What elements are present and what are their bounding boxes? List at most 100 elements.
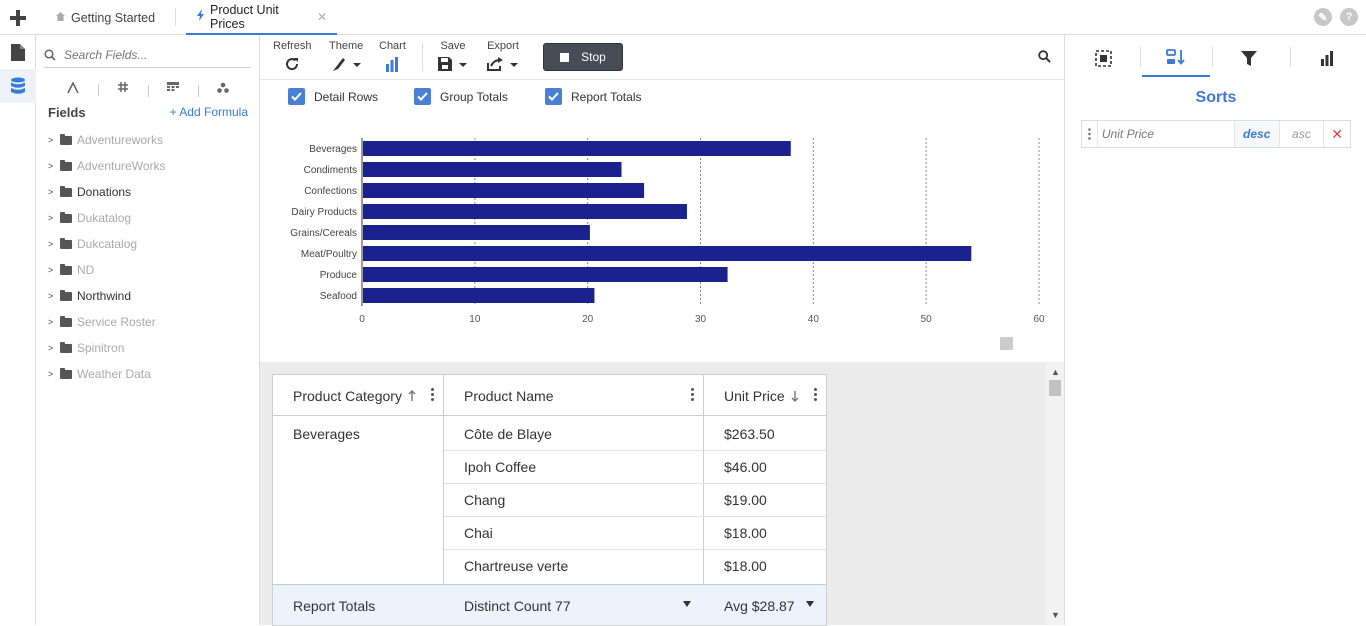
expand-caret-icon[interactable]: >: [48, 265, 58, 275]
expand-caret-icon[interactable]: >: [48, 369, 58, 379]
tab-sorts[interactable]: [1142, 39, 1210, 77]
datasource-item[interactable]: > Donations: [48, 179, 248, 205]
bar: [363, 204, 687, 219]
expand-caret-icon[interactable]: >: [48, 135, 58, 145]
folder-icon: [60, 159, 72, 171]
datasource-label: AdventureWorks: [77, 159, 166, 173]
expand-caret-icon[interactable]: >: [48, 187, 58, 197]
layout-full-icon[interactable]: [1000, 337, 1051, 350]
drag-handle-icon[interactable]: [1082, 128, 1097, 140]
expand-caret-icon[interactable]: >: [48, 213, 58, 223]
expand-caret-icon[interactable]: >: [48, 343, 58, 353]
datasource-item[interactable]: > Weather Data: [48, 361, 248, 387]
datasource-label: Spinitron: [77, 341, 125, 355]
datasource-item[interactable]: > ND: [48, 257, 248, 283]
report-totals-checkbox[interactable]: Report Totals: [545, 88, 641, 105]
field-search: [44, 42, 250, 68]
refresh-button[interactable]: Refresh: [273, 40, 312, 73]
scroll-down-icon[interactable]: ▼: [1051, 610, 1060, 620]
group-totals-checkbox[interactable]: Group Totals: [414, 88, 508, 105]
search-icon: [44, 48, 56, 61]
help-icon[interactable]: ?: [1340, 8, 1358, 26]
add-report-button[interactable]: [0, 0, 36, 35]
sort-asc-button[interactable]: asc: [1278, 121, 1324, 147]
column-label: Product Name: [464, 387, 554, 404]
expand-caret-icon[interactable]: >: [48, 239, 58, 249]
tab-select[interactable]: [1069, 39, 1137, 77]
layout-split-icon[interactable]: [1000, 337, 1032, 350]
column-label: Unit Price: [724, 387, 785, 404]
export-label: Export: [487, 40, 519, 52]
expand-caret-icon[interactable]: >: [48, 317, 58, 327]
datasource-item[interactable]: > Service Roster: [48, 309, 248, 335]
number-type-filter[interactable]: [98, 81, 148, 96]
datasource-item[interactable]: > AdventureWorks: [48, 153, 248, 179]
datasource-item[interactable]: > Adventureworks: [48, 127, 248, 153]
brush-icon: [333, 58, 362, 71]
rail-datasources[interactable]: [0, 69, 36, 103]
expand-caret-icon[interactable]: >: [48, 291, 58, 301]
tab-getting-started[interactable]: Getting Started: [45, 0, 165, 35]
stop-button[interactable]: Stop: [543, 43, 623, 71]
theme-button[interactable]: Theme: [329, 40, 363, 73]
chart-label: Chart: [379, 40, 406, 52]
select-frame-icon: [1094, 49, 1112, 67]
column-menu-icon[interactable]: [691, 388, 694, 403]
tab-divider: [1140, 47, 1141, 67]
sort-desc-button[interactable]: desc: [1233, 121, 1279, 147]
bar-chart-icon: [386, 56, 399, 72]
bar: [363, 267, 728, 282]
close-icon[interactable]: ✕: [317, 10, 327, 24]
datasource-label: Donations: [77, 185, 132, 199]
add-formula-link[interactable]: + Add Formula: [170, 105, 248, 120]
column-menu-icon[interactable]: [431, 388, 434, 403]
column-header-product-category[interactable]: Product Category: [273, 375, 444, 416]
aggregate-dropdown-icon[interactable]: [683, 601, 691, 607]
report-search-button[interactable]: [1038, 50, 1051, 66]
fields-header: Fields + Add Formula: [48, 105, 248, 120]
column-header-unit-price[interactable]: Unit Price: [704, 375, 827, 416]
refresh-label: Refresh: [273, 40, 312, 52]
remove-sort-icon[interactable]: ✕: [1323, 121, 1350, 147]
plus-icon: [10, 9, 26, 26]
chart-button[interactable]: Chart: [379, 40, 406, 73]
export-button[interactable]: Export: [486, 40, 520, 73]
aggregate-dropdown-icon[interactable]: [806, 601, 814, 607]
x-tick-label: 50: [921, 314, 933, 325]
datasource-item[interactable]: > Northwind: [48, 283, 248, 309]
detail-rows-checkbox[interactable]: Detail Rows: [288, 88, 378, 105]
column-header-product-name[interactable]: Product Name: [444, 375, 704, 416]
bar: [363, 141, 791, 156]
folder-icon: [60, 289, 72, 301]
group-type-filter[interactable]: [198, 82, 248, 97]
grid-scrollbar[interactable]: ▲ ▼: [1046, 362, 1064, 625]
unit-price-cell: $263.50: [724, 425, 775, 442]
product-name-cell: Côte de Blaye: [464, 425, 552, 442]
detail-rows-label: Detail Rows: [314, 89, 379, 104]
wrench-icon[interactable]: ✎: [1314, 8, 1332, 26]
folder-icon: [60, 237, 72, 249]
folder-icon: [60, 367, 72, 379]
folder-icon: [60, 315, 72, 327]
expand-caret-icon[interactable]: >: [48, 161, 58, 171]
search-fields-input[interactable]: [64, 47, 234, 62]
rail-reports[interactable]: [0, 35, 36, 69]
datasource-label: Weather Data: [77, 367, 151, 381]
datasource-item[interactable]: > Spinitron: [48, 335, 248, 361]
scroll-thumb[interactable]: [1049, 380, 1061, 396]
grid-header: Product Category Product Name Unit Price: [273, 375, 826, 416]
scroll-up-icon[interactable]: ▲: [1051, 367, 1060, 377]
category-label: Grains/Cereals: [290, 228, 357, 239]
tab-filters[interactable]: [1215, 39, 1283, 77]
date-type-filter[interactable]: [148, 82, 198, 97]
tab-chart-settings[interactable]: [1293, 39, 1361, 77]
hash-icon: [118, 82, 128, 92]
datasource-item[interactable]: > Dukcatalog: [48, 231, 248, 257]
save-button[interactable]: Save: [437, 40, 469, 73]
datasource-item[interactable]: > Dukatalog: [48, 205, 248, 231]
tab-label: Product Unit Prices: [210, 2, 279, 31]
tab-product-unit-prices[interactable]: Product Unit Prices ✕: [186, 0, 337, 35]
text-type-filter[interactable]: [48, 81, 98, 93]
column-menu-icon[interactable]: [814, 388, 817, 403]
tab-label: Getting Started: [71, 10, 156, 25]
